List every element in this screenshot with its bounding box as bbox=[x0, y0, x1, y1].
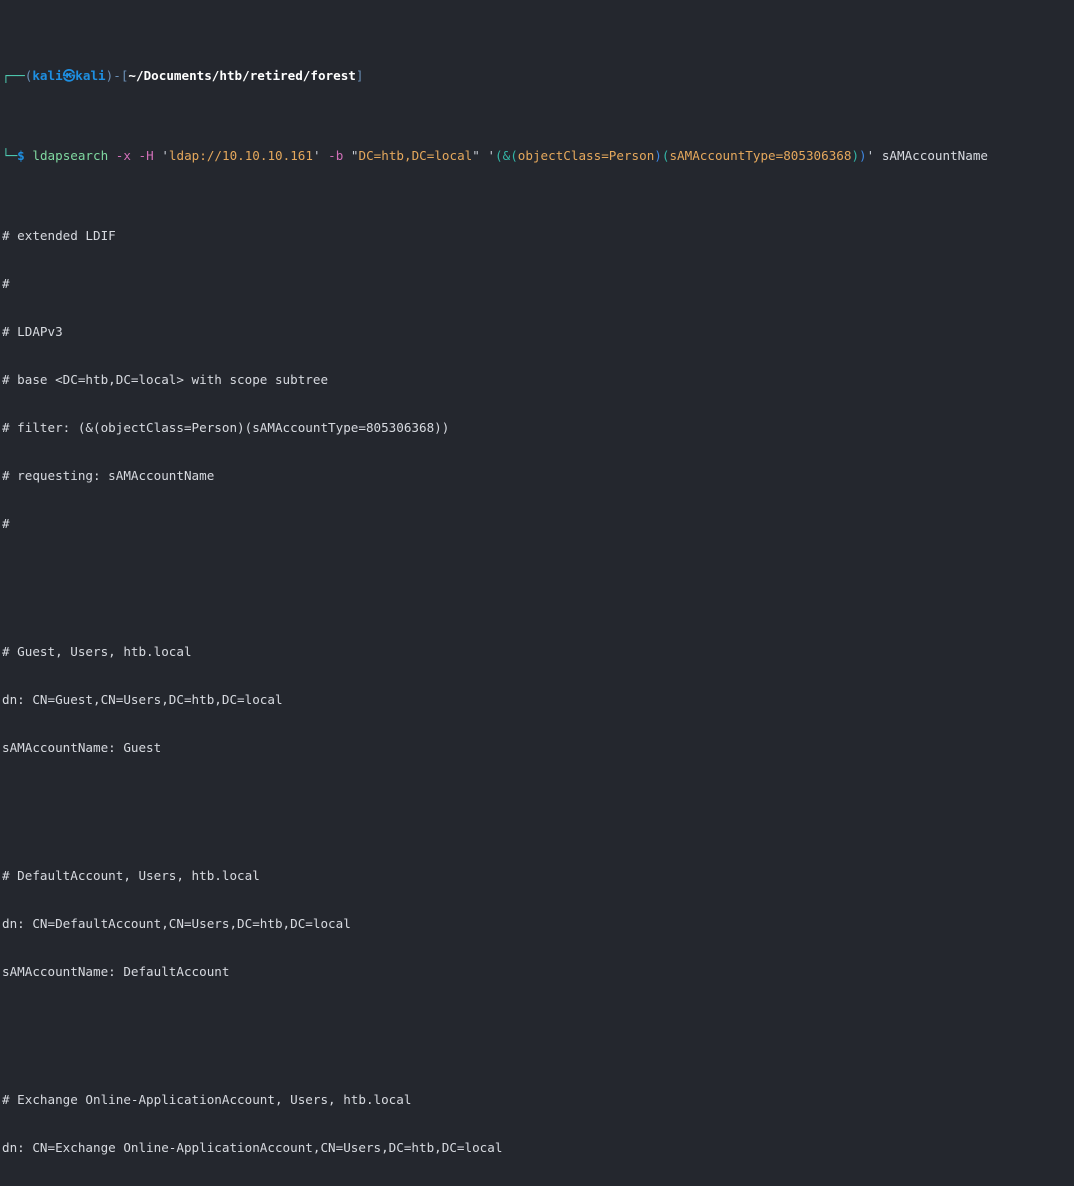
base-quote-close: " bbox=[472, 148, 480, 163]
kali-dragon-icon: ㉿ bbox=[62, 68, 76, 83]
filter-and-open: (& bbox=[495, 148, 511, 163]
output-header-line: # bbox=[2, 516, 10, 531]
filter-paren1-open: ( bbox=[510, 148, 518, 163]
flag-b: -b bbox=[328, 148, 344, 163]
prompt-dollar-sign: $ bbox=[17, 148, 25, 163]
filter-objectclass-value: objectClass=Person bbox=[517, 148, 655, 163]
ldif-entry-samaccountname: sAMAccountName: Guest bbox=[2, 740, 162, 755]
prompt-frame-top-icon: ┌── bbox=[2, 68, 25, 83]
ldif-entry-samaccountname: sAMAccountName: DefaultAccount bbox=[2, 964, 230, 979]
prompt-frame-bottom-icon: └─ bbox=[2, 148, 18, 163]
output-header-line: # base <DC=htb,DC=local> with scope subt… bbox=[2, 372, 329, 387]
requested-attribute: sAMAccountName bbox=[881, 148, 988, 163]
filter-samaccounttype-value: sAMAccountType=805306368 bbox=[669, 148, 852, 163]
uri-quote-close: ' bbox=[312, 148, 321, 163]
output-header-line: # filter: (&(objectClass=Person)(sAMAcco… bbox=[2, 420, 450, 435]
search-base-value: DC=htb,DC=local bbox=[358, 148, 473, 163]
terminal-screen[interactable]: ┌──(kali㉿kali)-[~/Documents/htb/retired/… bbox=[0, 0, 1074, 1186]
filter-quote-open: ' bbox=[487, 148, 496, 163]
command-name: ldapsearch bbox=[32, 148, 109, 163]
ldif-entry-comment: # DefaultAccount, Users, htb.local bbox=[2, 868, 260, 883]
ldif-entry-dn: dn: CN=Guest,CN=Users,DC=htb,DC=local bbox=[2, 692, 283, 707]
ldif-entry-comment: # Guest, Users, htb.local bbox=[2, 644, 192, 659]
prompt-line-top: ┌──(kali㉿kali)-[~/Documents/htb/retired/… bbox=[2, 68, 1074, 84]
prompt-close-bracket: ] bbox=[355, 68, 364, 83]
prompt-working-directory: ~/Documents/htb/retired/forest bbox=[128, 68, 356, 83]
uri-quote-open: ' bbox=[161, 148, 169, 163]
flag-h: -H bbox=[138, 148, 154, 163]
prompt-dash: - bbox=[113, 68, 121, 83]
prompt-hostname: kali bbox=[75, 68, 106, 83]
command-line[interactable]: └─$ ldapsearch -x -H 'ldap://10.10.10.16… bbox=[2, 148, 1074, 164]
prompt-username: kali bbox=[32, 68, 63, 83]
filter-paren2-close: ) bbox=[851, 148, 860, 163]
output-header-line: # LDAPv3 bbox=[2, 324, 63, 339]
ldif-entry-dn: dn: CN=Exchange Online-ApplicationAccoun… bbox=[2, 1140, 503, 1155]
output-header-line: # requesting: sAMAccountName bbox=[2, 468, 215, 483]
ldif-entry-dn: dn: CN=DefaultAccount,CN=Users,DC=htb,DC… bbox=[2, 916, 351, 931]
filter-and-close: ) bbox=[859, 148, 867, 163]
terminal-window[interactable]: ┌──(kali㉿kali)-[~/Documents/htb/retired/… bbox=[0, 0, 1074, 1155]
output-header-line: # bbox=[2, 276, 10, 291]
filter-paren1-close: ) bbox=[654, 148, 662, 163]
flag-x: -x bbox=[115, 148, 131, 163]
ldif-entry-comment: # Exchange Online-ApplicationAccount, Us… bbox=[2, 1092, 412, 1107]
base-quote-open: " bbox=[350, 148, 359, 163]
output-header-line: # extended LDIF bbox=[2, 228, 116, 243]
ldap-uri-value: ldap://10.10.10.161 bbox=[168, 148, 313, 163]
